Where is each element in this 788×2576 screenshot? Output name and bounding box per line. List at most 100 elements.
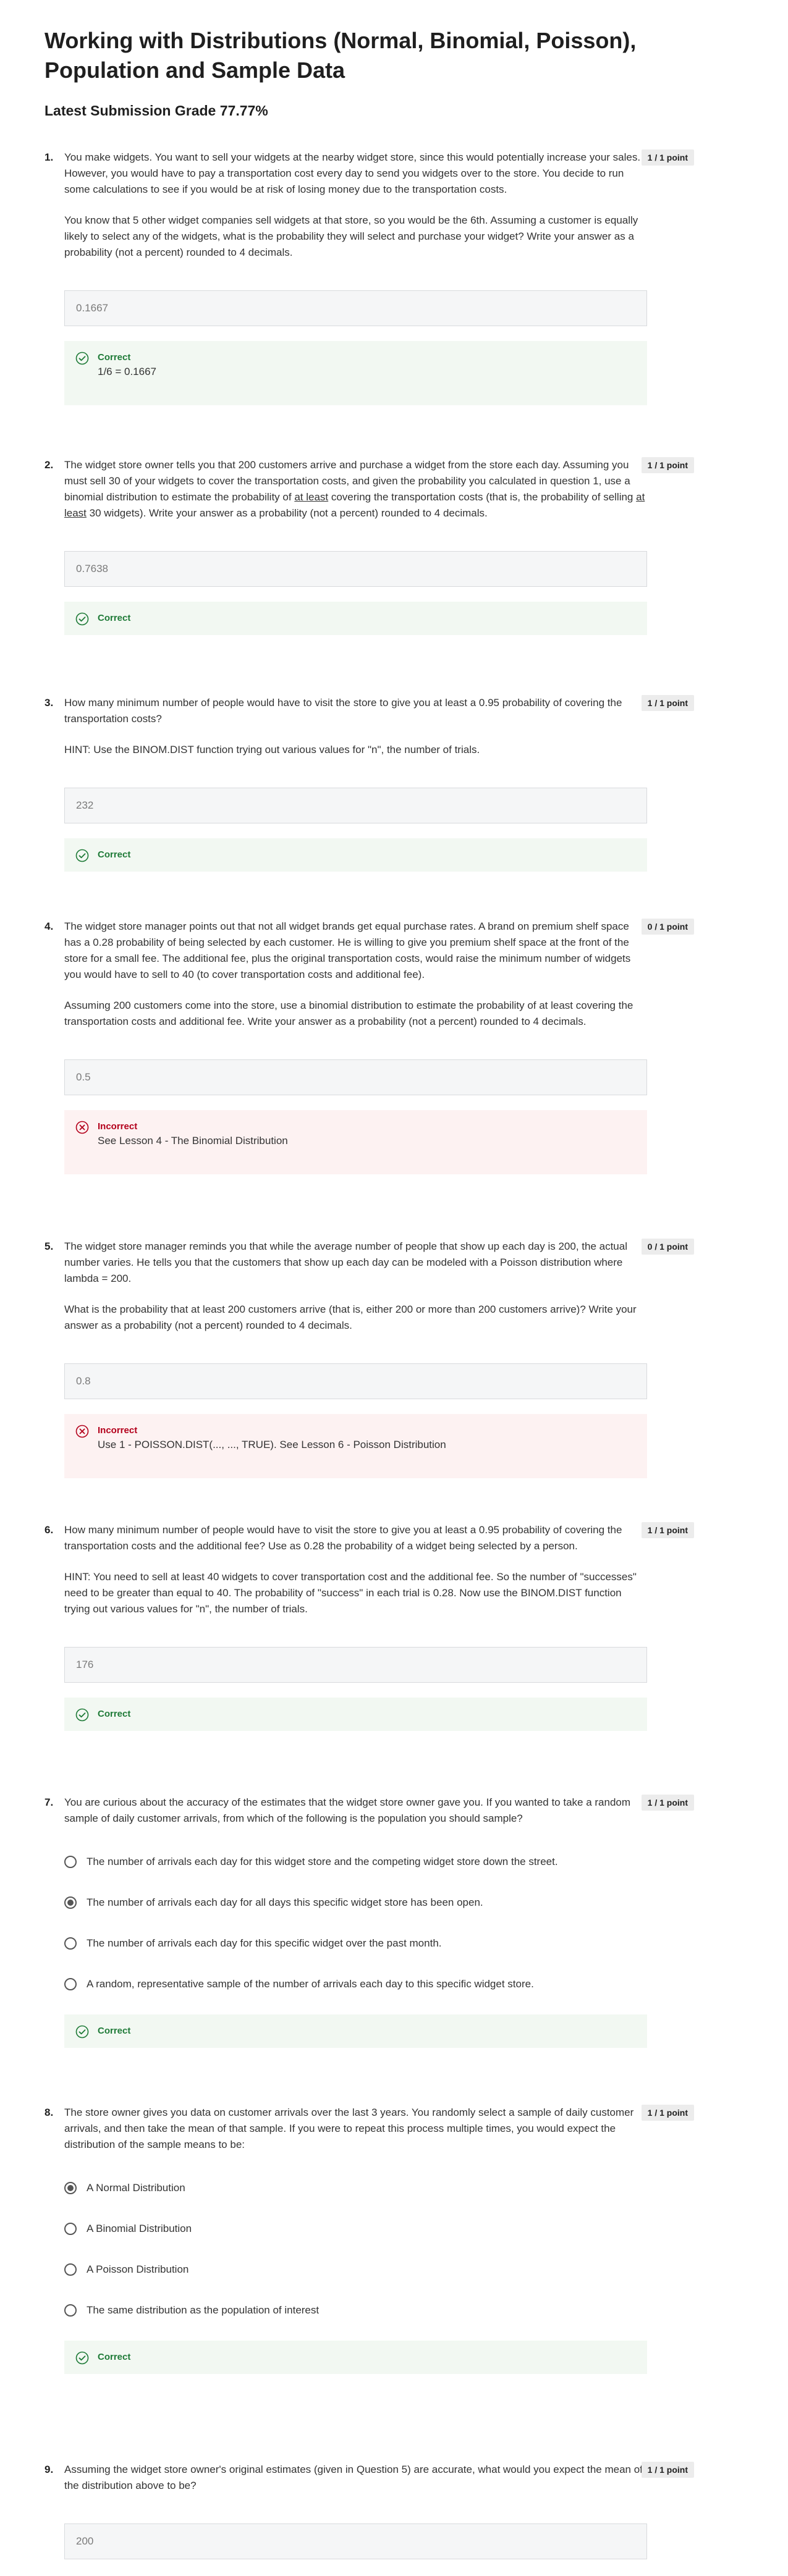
answer-options: A Normal Distribution A Binomial Distribu… [64, 2168, 648, 2331]
feedback-box: Incorrect Use 1 - POISSON.DIST(..., ..., … [64, 1414, 647, 1478]
feedback-status: Incorrect [98, 1121, 138, 1132]
option-item[interactable]: The same distribution as the population … [64, 2290, 648, 2331]
answer-input[interactable]: 0.5 [64, 1059, 647, 1095]
feedback-box: Correct [64, 1698, 647, 1731]
points-badge: 1 / 1 point [641, 2462, 694, 2478]
question-header: 6. How many minimum number of people woul… [44, 1522, 744, 1731]
feedback-explanation: 1/6 = 0.1667 [98, 366, 157, 377]
question-paragraph: The widget store manager points out that… [64, 920, 631, 980]
question-paragraph: Assuming the widget store owner's origin… [64, 2464, 643, 2491]
radio-button[interactable] [64, 2263, 77, 2276]
question-number: 8. [44, 2107, 54, 2118]
question-number: 3. [44, 697, 54, 709]
option-item[interactable]: The number of arrivals each day for all … [64, 1882, 648, 1923]
points-badge: 1 / 1 point [641, 2105, 694, 2121]
option-label: The number of arrivals each day for this… [87, 1937, 442, 1949]
answer-options: The number of arrivals each day for this… [64, 1842, 648, 2005]
question-text: You make widgets. You want to sell your … [64, 149, 648, 261]
answer-input[interactable]: 0.7638 [64, 551, 647, 587]
check-circle-icon [75, 849, 89, 862]
answer-input[interactable]: 232 [64, 788, 647, 823]
feedback-box: Correct [64, 2341, 647, 2374]
question-paragraph: You know that 5 other widget companies s… [64, 214, 638, 258]
radio-button[interactable] [64, 2182, 77, 2194]
option-item[interactable]: A Binomial Distribution [64, 2208, 648, 2249]
question-paragraph: What is the probability that at least 20… [64, 1303, 637, 1331]
question-text: How many minimum number of people would … [64, 1522, 648, 1617]
feedback-status: Correct [98, 2352, 131, 2362]
option-item[interactable]: A Normal Distribution [64, 2168, 648, 2208]
feedback-content: Correct [98, 2351, 130, 2364]
question-header: 8. The store owner gives you data on cust… [44, 2105, 744, 2374]
feedback-box: Correct [64, 838, 647, 872]
question-text: Assuming the widget store owner's origin… [64, 2462, 648, 2494]
answer-input[interactable]: 176 [64, 1647, 647, 1683]
question-paragraph: You are curious about the accuracy of th… [64, 1796, 631, 1824]
question-header: 3. How many minimum number of people woul… [44, 695, 744, 872]
page-title: Working with Distributions (Normal, Bino… [44, 28, 637, 83]
option-label: The number of arrivals each day for this… [87, 1856, 558, 1867]
question-6: 6. How many minimum number of people woul… [44, 1522, 744, 1731]
feedback-content: Correct [98, 612, 130, 625]
option-label: A Binomial Distribution [87, 2223, 192, 2234]
option-item[interactable]: The number of arrivals each day for this… [64, 1842, 648, 1882]
question-5: 5. The widget store manager reminds you t… [44, 1239, 744, 1478]
check-circle-icon [75, 612, 89, 626]
question-body: You make widgets. You want to sell your … [64, 149, 648, 405]
radio-button[interactable] [64, 2304, 77, 2317]
feedback-status: Correct [98, 2026, 131, 2036]
question-text: How many minimum number of people would … [64, 695, 648, 758]
question-paragraph: You make widgets. You want to sell your … [64, 151, 641, 195]
feedback-content: Incorrect See Lesson 4 - The Binomial Dis… [98, 1120, 288, 1148]
question-2: 2. The widget store owner tells you that … [44, 457, 744, 635]
question-paragraph: The store owner gives you data on custom… [64, 2107, 634, 2150]
check-circle-icon [75, 2025, 89, 2039]
x-circle-icon [75, 1425, 89, 1438]
answer-input[interactable]: 0.1667 [64, 290, 647, 326]
feedback-box: Incorrect See Lesson 4 - The Binomial Dis… [64, 1110, 647, 1174]
points-badge: 1 / 1 point [641, 149, 694, 166]
check-circle-icon [75, 351, 89, 365]
feedback-content: Correct [98, 848, 130, 862]
option-label: A Poisson Distribution [87, 2263, 189, 2275]
points-badge: 1 / 1 point [641, 1522, 694, 1538]
question-header: 4. The widget store manager points out th… [44, 919, 744, 1174]
check-circle-icon [75, 2351, 89, 2365]
feedback-explanation: See Lesson 4 - The Binomial Distribution [98, 1135, 288, 1147]
question-body: The widget store owner tells you that 20… [64, 457, 648, 635]
feedback-content: Correct 1/6 = 0.1667 [98, 351, 156, 379]
points-badge: 1 / 1 point [641, 695, 694, 711]
question-text: The store owner gives you data on custom… [64, 2105, 648, 2153]
question-paragraph: How many minimum number of people would … [64, 697, 622, 725]
question-number: 2. [44, 459, 54, 471]
option-item[interactable]: A random, representative sample of the n… [64, 1964, 648, 2005]
question-body: How many minimum number of people would … [64, 1522, 648, 1731]
question-number: 5. [44, 1240, 54, 1252]
radio-button[interactable] [64, 1937, 77, 1950]
feedback-content: Incorrect Use 1 - POISSON.DIST(..., ..., … [98, 1424, 446, 1452]
question-number: 7. [44, 1796, 54, 1808]
radio-button[interactable] [64, 1856, 77, 1868]
check-circle-icon [75, 1708, 89, 1722]
latest-grade: Latest Submission Grade 77.77% [44, 103, 268, 119]
option-item[interactable]: A Poisson Distribution [64, 2249, 648, 2290]
x-circle-icon [75, 1121, 89, 1134]
question-paragraph: How many minimum number of people would … [64, 1524, 622, 1552]
radio-button[interactable] [64, 1896, 77, 1909]
question-4: 4. The widget store manager points out th… [44, 919, 744, 1174]
question-body: You are curious about the accuracy of th… [64, 1795, 648, 2048]
question-number: 4. [44, 920, 54, 932]
option-item[interactable]: The number of arrivals each day for this… [64, 1923, 648, 1964]
radio-button[interactable] [64, 1978, 77, 1990]
question-3: 3. How many minimum number of people woul… [44, 695, 744, 872]
question-paragraph: HINT: You need to sell at least 40 widge… [64, 1571, 637, 1615]
question-body: The store owner gives you data on custom… [64, 2105, 648, 2374]
feedback-box: Correct 1/6 = 0.1667 [64, 341, 647, 405]
emphasis-text: at least [294, 491, 329, 503]
radio-button[interactable] [64, 2223, 77, 2235]
feedback-box: Correct [64, 602, 647, 635]
feedback-status: Correct [98, 613, 131, 623]
answer-input[interactable]: 0.8 [64, 1363, 647, 1399]
option-label: The same distribution as the population … [87, 2304, 320, 2316]
answer-input[interactable]: 200 [64, 2523, 647, 2559]
